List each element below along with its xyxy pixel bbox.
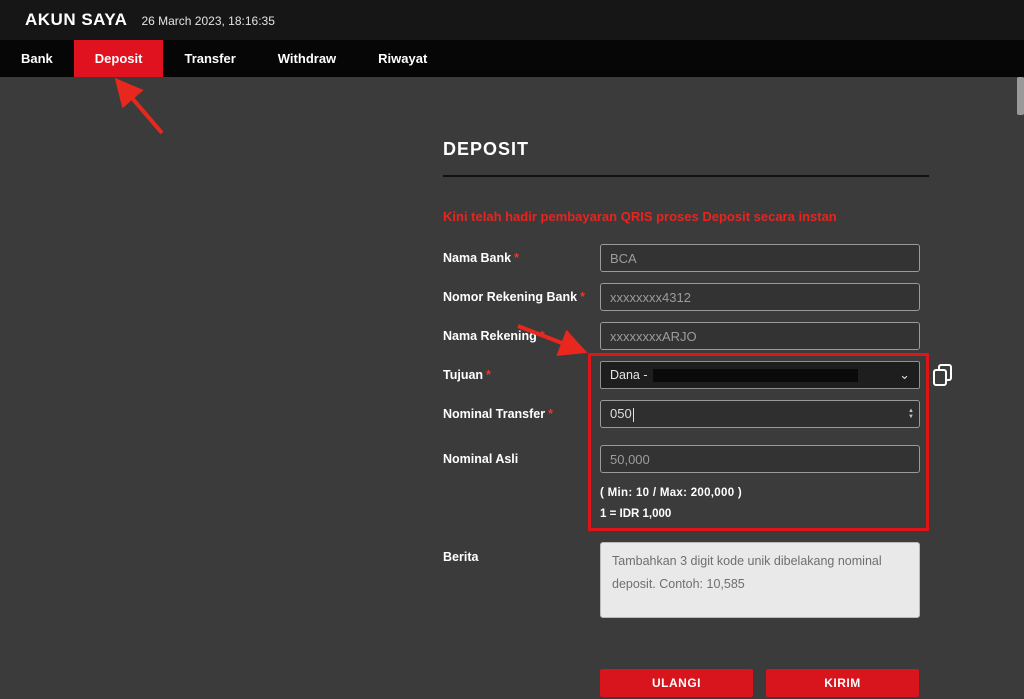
kirim-button[interactable]: KIRIM bbox=[766, 669, 919, 697]
tujuan-label: Tujuan* bbox=[443, 368, 600, 382]
row-berita: Berita Tambahkan 3 digit kode unik dibel… bbox=[443, 542, 929, 623]
top-bar: AKUN SAYA 26 March 2023, 18:16:35 bbox=[0, 0, 1024, 40]
nominal-transfer-input[interactable] bbox=[600, 400, 920, 428]
tujuan-select[interactable]: Dana - ⌄ bbox=[600, 361, 920, 389]
annotated-section: Tujuan* Dana - ⌄ bbox=[443, 361, 929, 520]
berita-label: Berita bbox=[443, 542, 600, 564]
required-marker: * bbox=[548, 407, 553, 421]
copy-icon[interactable] bbox=[930, 362, 956, 388]
tujuan-selected-value: Dana - bbox=[610, 368, 648, 382]
number-spinner[interactable]: ▲▼ bbox=[908, 408, 914, 420]
page-title: DEPOSIT bbox=[443, 139, 929, 177]
page: AKUN SAYA 26 March 2023, 18:16:35 Bank D… bbox=[0, 0, 1024, 699]
main-nav: Bank Deposit Transfer Withdraw Riwayat bbox=[0, 40, 1024, 77]
spinner-down-icon[interactable]: ▼ bbox=[908, 414, 914, 420]
qris-notice: Kini telah hadir pembayaran QRIS proses … bbox=[443, 209, 929, 224]
tab-bank[interactable]: Bank bbox=[0, 40, 74, 77]
chevron-down-icon: ⌄ bbox=[899, 370, 910, 380]
row-tujuan: Tujuan* Dana - ⌄ bbox=[443, 361, 929, 389]
nominal-asli-input[interactable] bbox=[600, 445, 920, 473]
nama-rekening-input[interactable] bbox=[600, 322, 920, 350]
nama-bank-input[interactable] bbox=[600, 244, 920, 272]
row-nama-bank: Nama Bank* bbox=[443, 244, 929, 272]
row-nominal-asli: Nominal Asli bbox=[443, 445, 929, 473]
redaction-bar bbox=[653, 369, 858, 382]
scrollbar-thumb[interactable] bbox=[1017, 77, 1024, 115]
row-nominal-transfer: Nominal Transfer* 050 ▲▼ bbox=[443, 400, 929, 428]
tab-withdraw[interactable]: Withdraw bbox=[257, 40, 357, 77]
form-actions: ULANGI KIRIM bbox=[600, 669, 929, 697]
nama-bank-label: Nama Bank* bbox=[443, 251, 600, 265]
deposit-form: DEPOSIT Kini telah hadir pembayaran QRIS… bbox=[443, 139, 929, 697]
required-marker: * bbox=[580, 290, 585, 304]
rate-note: 1 = IDR 1,000 bbox=[600, 508, 929, 520]
nomor-rekening-input[interactable] bbox=[600, 283, 920, 311]
tab-transfer[interactable]: Transfer bbox=[163, 40, 256, 77]
row-nama-rekening: Nama Rekening* bbox=[443, 322, 929, 350]
required-marker: * bbox=[486, 368, 491, 382]
required-marker: * bbox=[540, 329, 545, 343]
nama-rekening-label: Nama Rekening* bbox=[443, 329, 600, 343]
ulangi-button[interactable]: ULANGI bbox=[600, 669, 753, 697]
timestamp: 26 March 2023, 18:16:35 bbox=[141, 14, 274, 28]
app-title: AKUN SAYA bbox=[25, 10, 127, 30]
nominal-transfer-label: Nominal Transfer* bbox=[443, 407, 600, 421]
tab-riwayat[interactable]: Riwayat bbox=[357, 40, 448, 77]
berita-textarea[interactable]: Tambahkan 3 digit kode unik dibelakang n… bbox=[600, 542, 920, 618]
tab-deposit[interactable]: Deposit bbox=[74, 40, 164, 77]
nomor-rekening-label: Nomor Rekening Bank* bbox=[443, 290, 600, 304]
min-max-note: ( Min: 10 / Max: 200,000 ) bbox=[600, 487, 929, 499]
row-nomor-rekening: Nomor Rekening Bank* bbox=[443, 283, 929, 311]
required-marker: * bbox=[514, 251, 519, 265]
content-area: DEPOSIT Kini telah hadir pembayaran QRIS… bbox=[0, 77, 1024, 699]
nominal-asli-label: Nominal Asli bbox=[443, 452, 600, 466]
